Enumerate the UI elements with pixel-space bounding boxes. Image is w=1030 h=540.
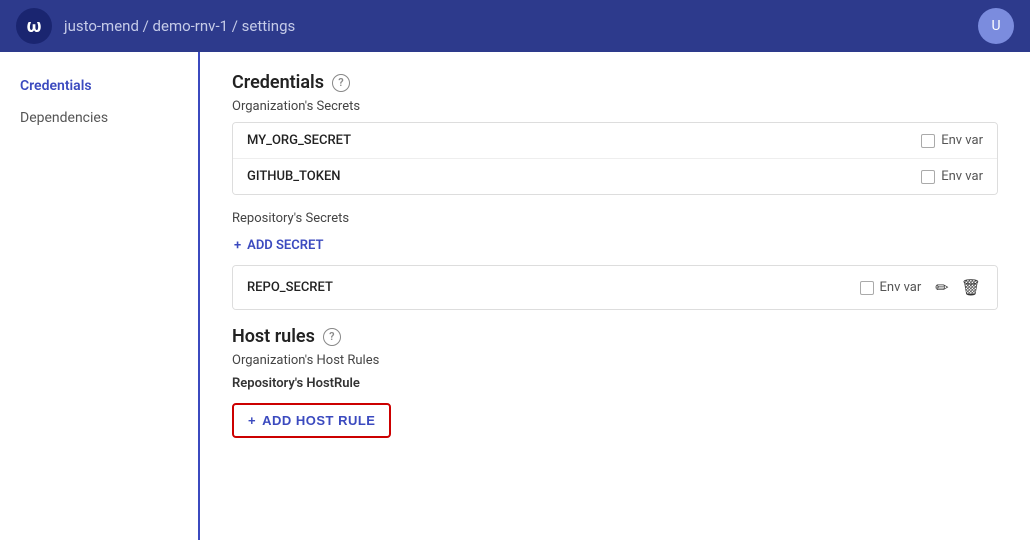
add-secret-button[interactable]: + ADD SECRET xyxy=(232,234,998,257)
env-var-checkbox[interactable] xyxy=(921,170,935,184)
app-header: ω justo-mend / demo-rnv-1 / settings U xyxy=(0,0,1030,52)
main-content: Credentials ? Organization's Secrets MY_… xyxy=(200,52,1030,540)
avatar[interactable]: U xyxy=(978,8,1014,44)
table-row: REPO_SECRET Env var ✏ 🗑 xyxy=(233,266,997,309)
add-host-rule-button[interactable]: + ADD HOST RULE xyxy=(232,403,391,438)
org-secrets-label: Organization's Secrets xyxy=(232,99,998,114)
env-var-group: Env var xyxy=(860,280,922,295)
breadcrumb: justo-mend / demo-rnv-1 / settings xyxy=(64,17,295,35)
env-var-checkbox[interactable] xyxy=(860,281,874,295)
sidebar: Credentials Dependencies xyxy=(0,52,200,540)
repo-host-rule-label: Repository's HostRule xyxy=(232,376,998,391)
sidebar-item-dependencies[interactable]: Dependencies xyxy=(16,104,182,132)
repo-secrets-label: Repository's Secrets xyxy=(232,211,998,226)
credentials-help-icon[interactable]: ? xyxy=(332,74,350,92)
host-rules-title: Host rules ? xyxy=(232,326,998,347)
secret-name: GITHUB_TOKEN xyxy=(247,169,921,184)
env-var-checkbox[interactable] xyxy=(921,134,935,148)
logo[interactable]: ω xyxy=(16,8,52,44)
delete-icon[interactable]: 🗑 xyxy=(959,276,983,299)
secret-name: MY_ORG_SECRET xyxy=(247,133,921,148)
plus-icon: + xyxy=(234,238,241,253)
action-icons: ✏ 🗑 xyxy=(933,276,983,299)
env-var-group: Env var xyxy=(921,133,983,148)
repo-secrets-table: REPO_SECRET Env var ✏ 🗑 xyxy=(232,265,998,310)
host-rules-section: Host rules ? Organization's Host Rules R… xyxy=(232,326,998,438)
table-row: GITHUB_TOKEN Env var xyxy=(233,159,997,194)
org-host-rules-label: Organization's Host Rules xyxy=(232,353,998,368)
header-left: ω justo-mend / demo-rnv-1 / settings xyxy=(16,8,295,44)
edit-icon[interactable]: ✏ xyxy=(933,276,950,299)
env-var-group: Env var xyxy=(921,169,983,184)
org-secrets-table: MY_ORG_SECRET Env var GITHUB_TOKEN Env v… xyxy=(232,122,998,195)
table-row: MY_ORG_SECRET Env var xyxy=(233,123,997,159)
host-rules-help-icon[interactable]: ? xyxy=(323,328,341,346)
plus-icon: + xyxy=(248,413,256,428)
secret-name: REPO_SECRET xyxy=(247,280,860,295)
credentials-title: Credentials ? xyxy=(232,72,998,93)
main-layout: Credentials Dependencies Credentials ? O… xyxy=(0,52,1030,540)
sidebar-item-credentials[interactable]: Credentials xyxy=(16,72,182,100)
